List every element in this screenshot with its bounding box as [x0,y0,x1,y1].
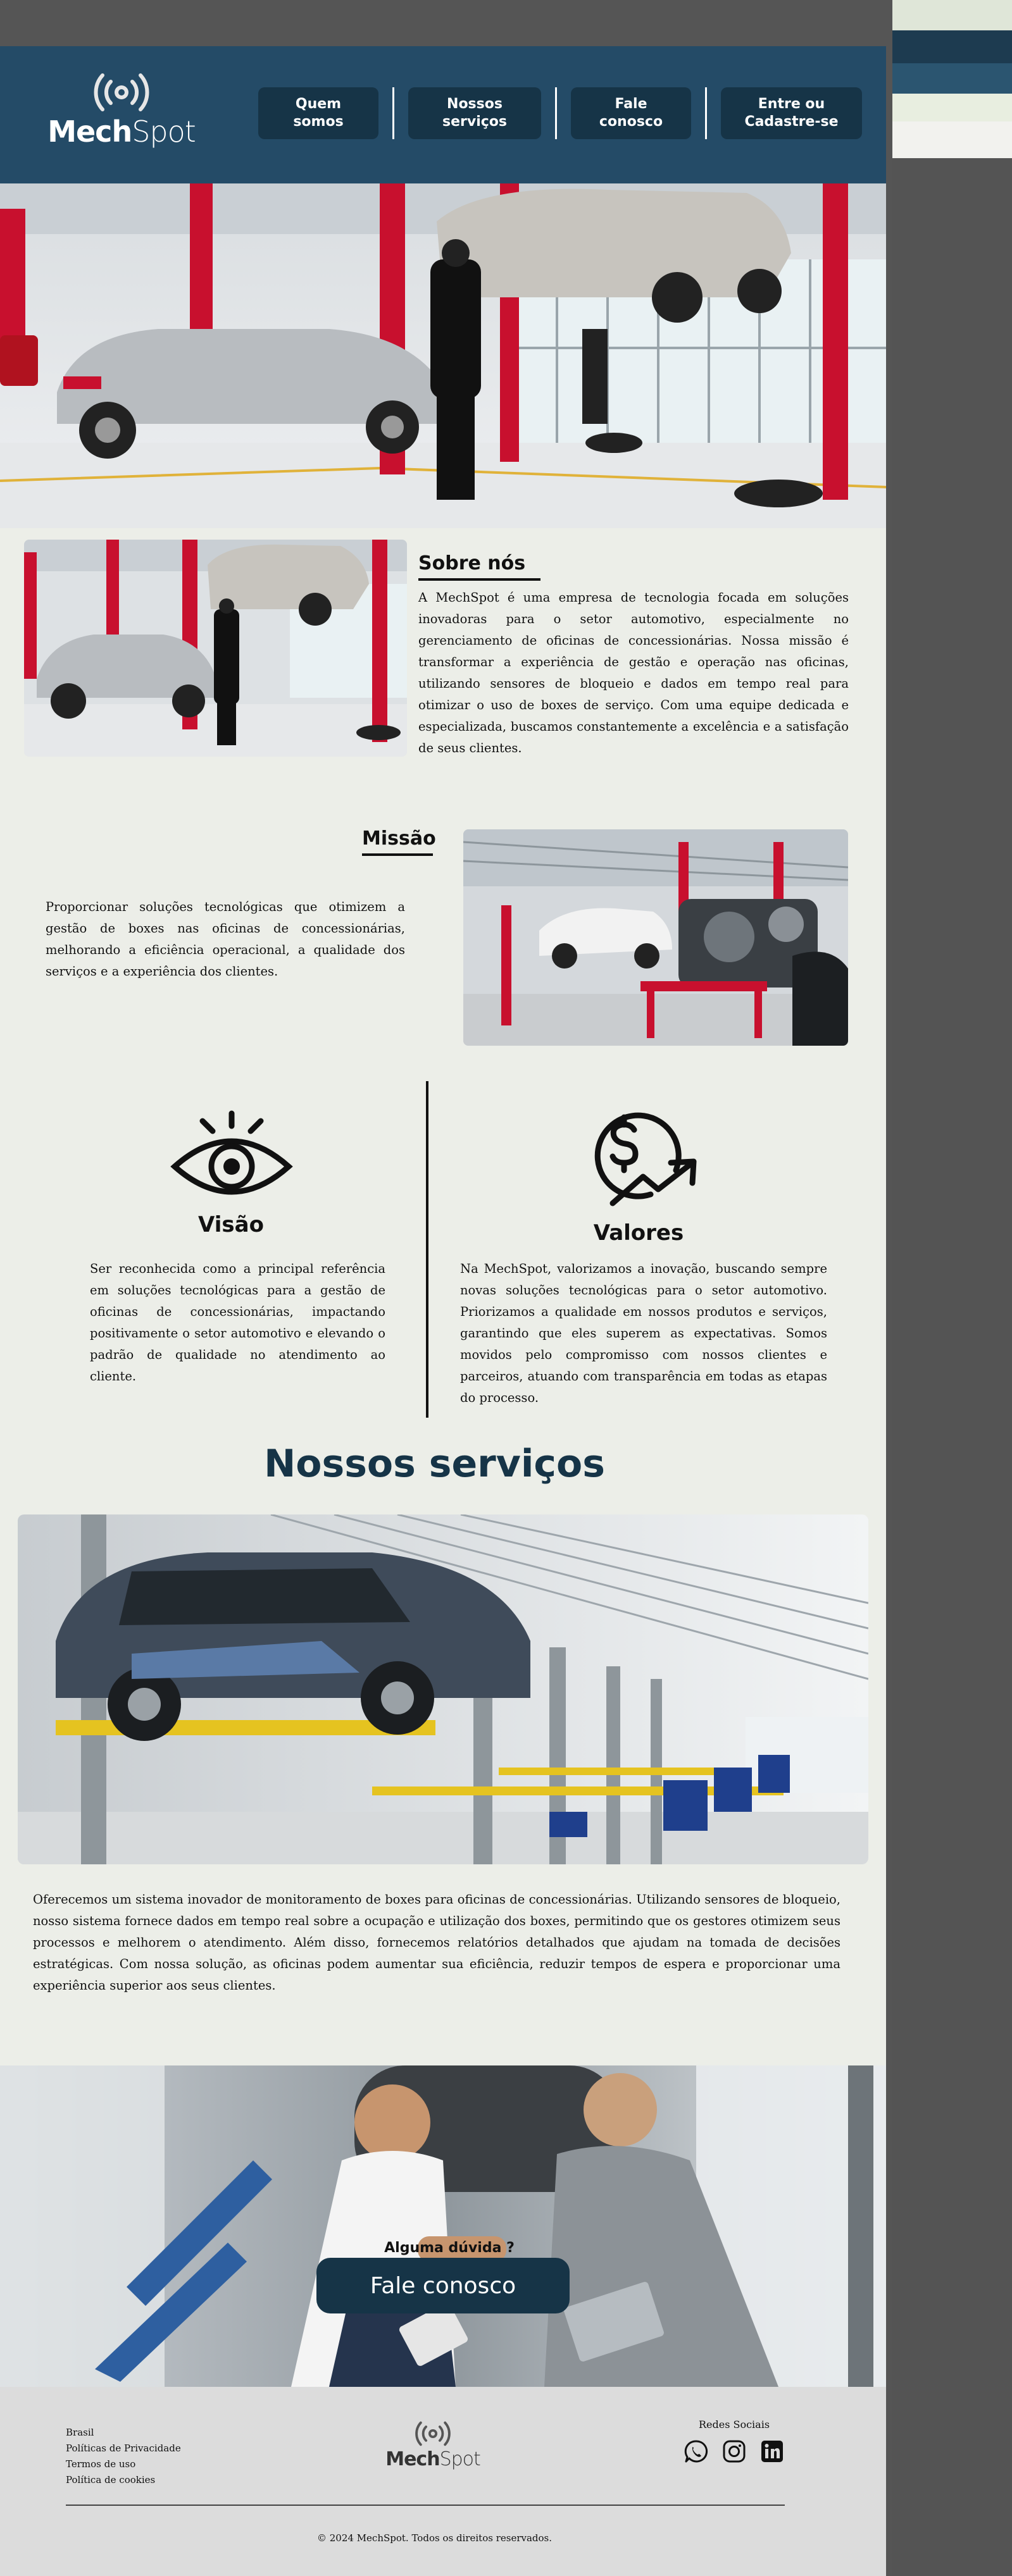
values-text: Na MechSpot, valorizamos a inovação, bus… [460,1261,827,1405]
main-nav: Quem somos Nossos serviços Fale conosco Ent… [258,87,862,139]
section-divider [426,1081,428,1418]
nav-services-button[interactable]: Nossos serviços [408,87,541,139]
site-footer: Brasil Políticas de Privacidade Termos d… [0,2387,886,2576]
page: MechSpot Quem somos Nossos serviços Fale co… [0,46,886,2576]
nav-divider [705,87,707,139]
contact-us-button[interactable]: Fale conosco [316,2258,570,2313]
nav-about-button[interactable]: Quem somos [258,87,378,139]
vision-title: Visão [198,1212,264,1237]
top-margin [0,0,886,46]
services-image [18,1514,868,1864]
brand-logo[interactable]: MechSpot [46,70,197,159]
footer-divider [66,2505,785,2506]
signal-icon [94,73,149,111]
nav-contact-button[interactable]: Fale conosco [571,87,691,139]
signal-icon [415,2421,451,2446]
nav-divider [555,87,557,139]
vision-text: Ser reconhecida como a principal referên… [90,1261,385,1384]
mission-title: Missão [362,827,436,856]
hero-image [0,183,886,528]
social-title: Redes Sociais [698,2418,770,2430]
footer-link-terms[interactable]: Termos de uso [66,2456,256,2472]
footer-link-brasil[interactable]: Brasil [66,2425,256,2441]
values-title: Valores [593,1220,684,1246]
dollar-growth-icon [594,1112,697,1206]
services-text: Oferecemos um sistema inovador de monito… [33,1892,840,1993]
about-title: Sobre nós [418,552,540,581]
linkedin-icon[interactable] [759,2439,785,2464]
brand-name: MechSpot [47,115,196,149]
footer-links: Brasil Políticas de Privacidade Termos d… [66,2425,256,2488]
about-text: A MechSpot é uma empresa de tecnologia f… [418,590,849,755]
whatsapp-icon[interactable] [684,2439,709,2464]
nav-divider [392,87,394,139]
eye-icon [170,1110,293,1195]
instagram-icon[interactable] [722,2439,747,2464]
contact-banner [0,2065,886,2387]
footer-logo[interactable]: MechSpot [382,2419,484,2476]
site-header: MechSpot Quem somos Nossos serviços Fale co… [0,46,886,183]
nav-login-button[interactable]: Entre ou Cadastre-se [721,87,862,139]
social-links [684,2439,785,2464]
footer-link-cookies[interactable]: Política de cookies [66,2472,256,2488]
side-panel [892,0,1012,2576]
footer-link-privacy[interactable]: Políticas de Privacidade [66,2441,256,2456]
mission-text: Proporcionar soluções tecnológicas que o… [46,900,405,979]
about-image [24,540,407,757]
copyright-text: © 2024 MechSpot. Todos os direitos reser… [316,2532,553,2544]
footer-brand-name: MechSpot [385,2448,481,2470]
cta-question: Alguma dúvida ? [384,2240,515,2256]
mission-image [463,829,848,1046]
services-title: Nossos serviços [264,1442,605,1486]
